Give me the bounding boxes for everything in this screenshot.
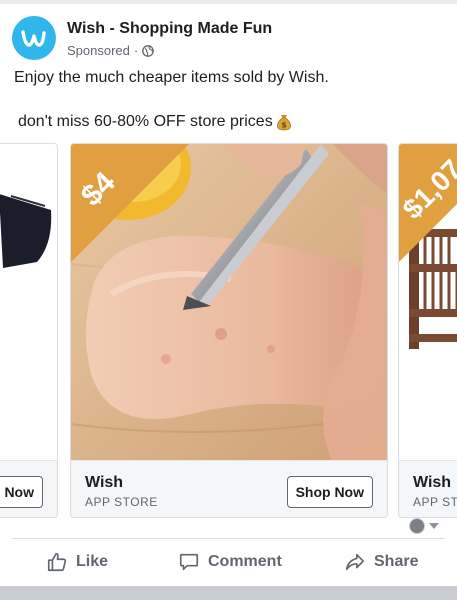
svg-text:$: $ <box>281 121 287 130</box>
card-title-next[interactable]: Wish <box>413 474 451 492</box>
shop-now-button-prev[interactable]: Shop Now <box>0 476 43 508</box>
product-image-main[interactable]: $4 <box>71 144 387 460</box>
chevron-down-icon <box>429 523 439 529</box>
comment-label: Comment <box>208 553 282 570</box>
post-header: Wish - Shopping Made Fun Sponsored · <box>12 16 442 62</box>
post-text-line1: Enjoy the much cheaper items sold by Wis… <box>14 69 329 86</box>
comment-button[interactable]: Comment <box>178 544 282 580</box>
card-footer-prev: Shop Now <box>0 460 57 517</box>
post-actions-bar: Like Comment Share <box>0 544 457 580</box>
wish-logo-icon <box>21 30 46 47</box>
page-name-link[interactable]: Wish - Shopping Made Fun <box>67 20 272 38</box>
post-message: Enjoy the much cheaper items sold by Wis… <box>14 67 444 133</box>
card-subtitle-main: APP STORE <box>85 495 158 509</box>
carousel-card-main[interactable]: $4 Wish APP STORE Shop Now <box>70 143 388 518</box>
post-meta: Sponsored · <box>67 43 155 58</box>
card-title-main[interactable]: Wish <box>85 474 123 492</box>
globe-icon <box>142 44 155 57</box>
like-label: Like <box>76 553 109 570</box>
feed-separator <box>0 586 457 600</box>
viewer-avatar <box>409 518 425 534</box>
share-label: Share <box>374 553 419 570</box>
card-footer-main: Wish APP STORE Shop Now <box>71 460 387 517</box>
share-button[interactable]: Share <box>344 544 418 580</box>
reaction-selector[interactable] <box>409 518 439 534</box>
shop-now-button-main[interactable]: Shop Now <box>286 476 373 508</box>
money-bag-icon: $ <box>276 115 291 131</box>
ad-carousel[interactable]: Shop Now <box>0 143 457 520</box>
card-subtitle-next: APP ST <box>413 495 457 509</box>
page-avatar[interactable] <box>12 16 56 60</box>
product-image-next[interactable]: $1,07 <box>399 144 457 460</box>
card-footer-next: Wish APP ST <box>399 460 457 517</box>
product-image-prev[interactable] <box>0 144 57 460</box>
post-text-line2-row: don't miss 60-80% OFF store prices $ <box>14 111 444 133</box>
actions-divider <box>12 538 445 539</box>
comment-bubble-icon <box>179 553 199 571</box>
carousel-card-prev[interactable]: Shop Now <box>0 143 58 518</box>
sponsored-label[interactable]: Sponsored <box>67 43 130 58</box>
carousel-card-next[interactable]: $1,07 Wish APP ST <box>398 143 457 518</box>
like-button[interactable]: Like <box>46 544 108 580</box>
thumbs-up-icon <box>47 552 67 572</box>
meta-separator: · <box>133 43 139 58</box>
top-divider <box>0 0 457 4</box>
price-tag-next: $1,07 <box>399 144 457 262</box>
share-arrow-icon <box>345 553 365 571</box>
price-tag-main: $4 <box>71 144 189 262</box>
post-text-line2: don't miss 60-80% OFF store prices <box>18 113 273 130</box>
